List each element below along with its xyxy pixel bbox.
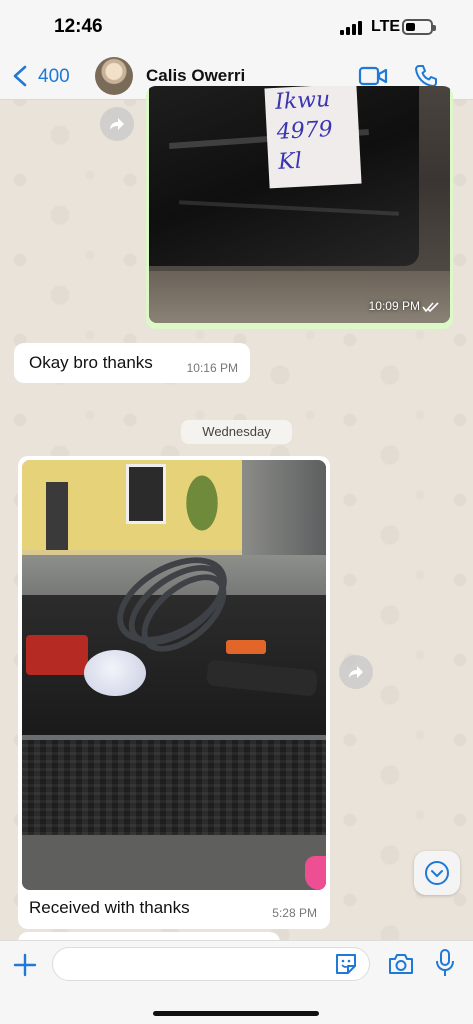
building-door (46, 482, 68, 550)
building-window (126, 464, 166, 524)
message-time: 10:09 PM (368, 299, 420, 313)
label-line: Kl (277, 148, 303, 175)
wicker-table (22, 740, 326, 835)
orange-nozzle (226, 640, 266, 654)
back-unread-count[interactable]: 400 (38, 66, 70, 88)
back-chevron-icon[interactable] (12, 65, 28, 87)
forward-button[interactable] (100, 107, 134, 141)
message-input[interactable] (52, 947, 370, 981)
message-image[interactable]: Ikwu 4979 Kl 10:09 PM (149, 86, 450, 323)
plus-icon[interactable] (12, 952, 38, 978)
microphone-icon[interactable] (434, 948, 456, 978)
message-composer (0, 940, 473, 1024)
battery-icon (402, 19, 436, 35)
forward-button[interactable] (339, 655, 373, 689)
chevron-down-icon (425, 861, 449, 885)
outgoing-image-message[interactable]: Ikwu 4979 Kl 10:09 PM (146, 86, 453, 329)
status-time: 12:46 (54, 16, 103, 37)
signal-icon (340, 21, 366, 35)
phone-call-icon[interactable] (414, 64, 438, 88)
status-bar: 12:46 LTE (0, 0, 473, 52)
floor (149, 271, 450, 323)
incoming-text-message[interactable]: Okay bro thanks 10:16 PM (14, 343, 250, 383)
camera-icon[interactable] (387, 951, 415, 977)
message-time: 5:28 PM (272, 906, 317, 920)
avatar[interactable] (95, 57, 133, 95)
message-caption: Received with thanks (29, 898, 190, 917)
video-call-icon[interactable] (358, 65, 388, 87)
incoming-image-message[interactable]: Received with thanks 5:28 PM (18, 456, 330, 929)
scroll-to-bottom-button[interactable] (414, 851, 460, 895)
message-time: 10:16 PM (186, 361, 238, 375)
white-cap (84, 650, 146, 696)
read-receipt-icon (422, 302, 439, 313)
floor (22, 835, 326, 890)
red-battery (26, 635, 88, 675)
date-separator: Wednesday (181, 420, 292, 444)
message-image[interactable] (22, 460, 326, 890)
message-text: Okay bro thanks (29, 353, 153, 372)
sticker-icon[interactable] (333, 951, 359, 977)
label-line: 4979 (276, 116, 334, 145)
contact-name[interactable]: Calis Owerri (146, 66, 245, 86)
forward-icon (349, 666, 363, 678)
package-label: Ikwu 4979 Kl (264, 86, 362, 189)
tree (182, 468, 222, 538)
forward-icon (110, 118, 124, 130)
network-type: LTE (371, 18, 401, 35)
pink-object (305, 856, 326, 890)
label-line: Ikwu (274, 87, 331, 115)
home-indicator (153, 1011, 319, 1016)
